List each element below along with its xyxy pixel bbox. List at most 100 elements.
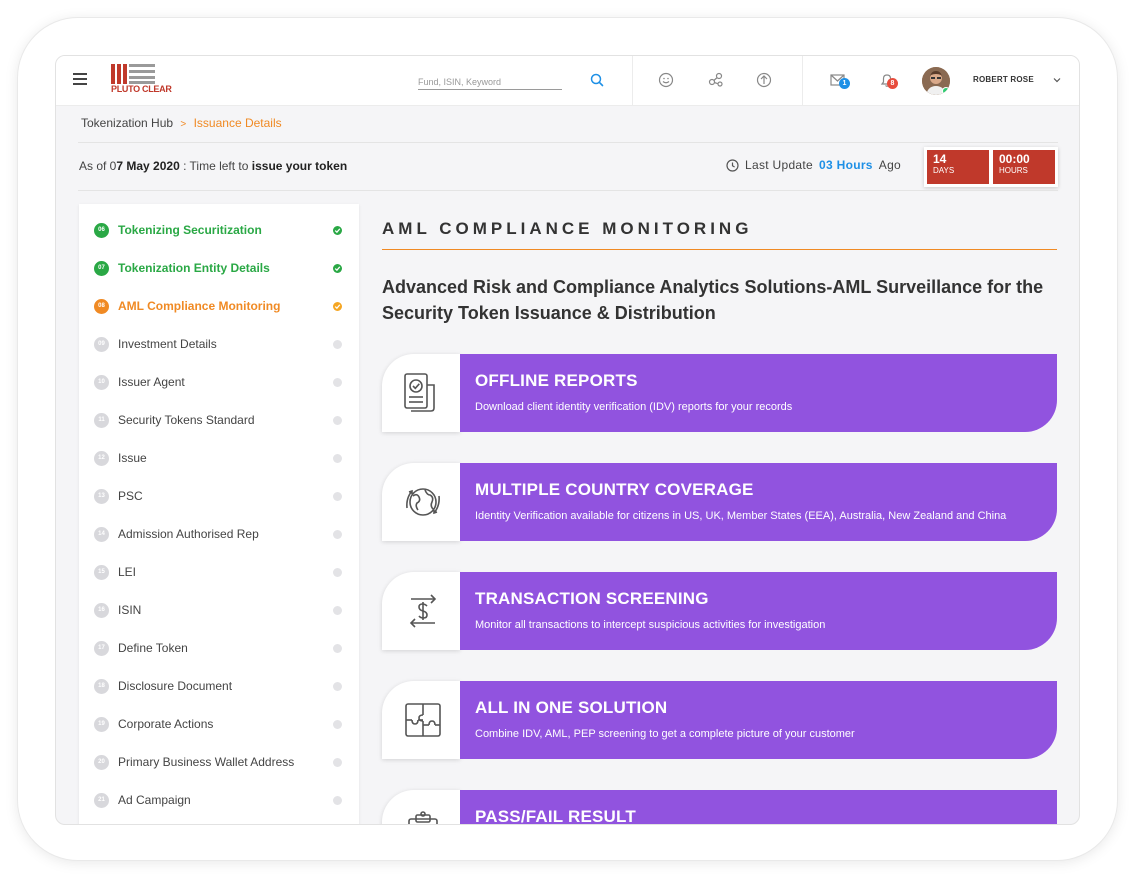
status-dot — [333, 415, 342, 425]
status-dot — [333, 529, 342, 539]
sidebar-step[interactable]: 10 Issuer Agent — [79, 363, 359, 401]
feature-description: Download client identity verification (I… — [475, 401, 793, 413]
divider — [632, 56, 633, 106]
sidebar-step[interactable]: 19 Corporate Actions — [79, 705, 359, 743]
sidebar-step[interactable]: 16 ISIN — [79, 591, 359, 629]
feature-description: Monitor all transactions to intercept su… — [475, 619, 826, 631]
last-update: Last Update 03 Hours Ago — [726, 158, 901, 172]
menu-icon[interactable] — [73, 73, 87, 85]
feature-icon-box — [382, 681, 460, 759]
page-title: AML COMPLIANCE MONITORING — [382, 219, 753, 238]
clipboard-icon — [408, 811, 438, 824]
divider — [78, 142, 1058, 143]
step-number-badge: 19 — [94, 716, 109, 732]
divider — [802, 56, 803, 106]
step-number-badge: 13 — [94, 488, 109, 504]
countdown-hours-unit: HOURS — [999, 166, 1028, 175]
sidebar-step[interactable]: 17 Define Token — [79, 629, 359, 667]
sidebar-step[interactable]: 14 Admission Authorised Rep — [79, 515, 359, 553]
step-number-badge: 20 — [94, 754, 109, 770]
feature-title: OFFLINE REPORTS — [475, 371, 638, 390]
breadcrumb-separator: > — [180, 119, 187, 130]
step-number-badge: 14 — [94, 526, 109, 542]
sidebar-step[interactable]: 07 Tokenization Entity Details — [79, 249, 359, 287]
status-dot — [333, 567, 342, 577]
feature-title: ALL IN ONE SOLUTION — [475, 698, 668, 717]
status-dot — [333, 377, 342, 387]
step-label: Security Tokens Standard — [118, 413, 255, 427]
username[interactable]: ROBERT ROSE — [973, 75, 1034, 84]
upload-icon[interactable] — [755, 71, 773, 89]
as-of-prefix: As of 0 — [79, 159, 117, 173]
feature-band: MULTIPLE COUNTRY COVERAGE Identity Verif… — [460, 463, 1057, 541]
step-label: Issuer Agent — [118, 375, 185, 389]
status-dot — [333, 681, 342, 691]
search-icon[interactable] — [589, 72, 605, 88]
step-label: Primary Business Wallet Address — [118, 755, 295, 769]
as-of-action: issue your token — [251, 159, 348, 173]
feature-icon-box — [382, 790, 460, 824]
sidebar-step[interactable]: 15 LEI — [79, 553, 359, 591]
sidebar-step[interactable]: 06 Tokenizing Securitization — [79, 211, 359, 249]
status-dot — [333, 453, 342, 463]
chevron-down-icon[interactable] — [1052, 75, 1062, 85]
step-number-badge: 06 — [94, 222, 109, 238]
feature-card-offline-reports[interactable]: OFFLINE REPORTS Download client identity… — [382, 354, 1057, 432]
sidebar-step[interactable]: 11 Security Tokens Standard — [79, 401, 359, 439]
step-label: Disclosure Document — [118, 679, 233, 693]
step-label: Tokenizing Securitization — [118, 223, 262, 237]
divider — [78, 190, 1058, 191]
avatar[interactable] — [922, 67, 950, 95]
sidebar-step[interactable]: 08 AML Compliance Monitoring — [79, 287, 359, 325]
last-update-value: 03 Hours — [819, 158, 873, 172]
feature-description: Combine IDV, AML, PEP screening to get a… — [475, 728, 855, 740]
sidebar-step[interactable]: 18 Disclosure Document — [79, 667, 359, 705]
feature-card-all-in-one[interactable]: ALL IN ONE SOLUTION Combine IDV, AML, PE… — [382, 681, 1057, 759]
page-subtitle: Advanced Risk and Compliance Analytics S… — [382, 277, 1044, 323]
feature-card-transaction-screening[interactable]: TRANSACTION SCREENING Monitor all transa… — [382, 572, 1057, 650]
search-input[interactable] — [418, 77, 562, 87]
search-field — [418, 72, 562, 90]
step-number-badge: 10 — [94, 374, 109, 390]
step-number-badge: 17 — [94, 640, 109, 656]
step-sidebar: 06 Tokenizing Securitization 07 Tokenizatio… — [79, 204, 359, 824]
check-icon — [333, 225, 342, 235]
step-label: AML Compliance Monitoring — [118, 299, 281, 313]
breadcrumb: Tokenization Hub > Issuance Details — [81, 116, 282, 130]
countdown-hours: 00:00 HOURS — [993, 150, 1055, 184]
globe-icon — [406, 488, 440, 516]
step-label: Issue — [118, 451, 147, 465]
countdown-timer: 14 DAYS 00:00 HOURS — [924, 147, 1058, 187]
sidebar-step[interactable]: 12 Issue — [79, 439, 359, 477]
step-label: Admission Authorised Rep — [118, 527, 259, 541]
step-label: LEI — [118, 565, 137, 579]
step-label: PSC — [118, 489, 143, 503]
feature-icon-box — [382, 354, 460, 432]
sidebar-step[interactable]: 21 Ad Campaign — [79, 781, 359, 819]
feature-card-country-coverage[interactable]: MULTIPLE COUNTRY COVERAGE Identity Verif… — [382, 463, 1057, 541]
feature-icon-box — [382, 463, 460, 541]
feature-card-pass-fail[interactable]: PASS/FAIL RESULT — [382, 790, 1057, 825]
smiley-icon[interactable] — [657, 71, 675, 89]
sidebar-step[interactable]: 13 PSC — [79, 477, 359, 515]
status-dot — [333, 491, 342, 501]
breadcrumb-current: Issuance Details — [193, 116, 282, 130]
sidebar-step[interactable]: 20 Primary Business Wallet Address — [79, 743, 359, 781]
share-network-icon[interactable] — [707, 71, 725, 89]
step-number-badge: 12 — [94, 450, 109, 466]
sidebar-step[interactable]: 09 Investment Details — [79, 325, 359, 363]
dollar-exchange-icon — [409, 594, 437, 628]
check-icon — [333, 301, 342, 311]
step-number-badge: 08 — [94, 298, 109, 314]
step-label: Corporate Actions — [118, 717, 214, 731]
clock-icon — [726, 158, 739, 172]
breadcrumb-root[interactable]: Tokenization Hub — [81, 116, 173, 130]
logo[interactable]: PLUTO CLEAR — [111, 64, 172, 96]
step-label: Investment Details — [118, 337, 217, 351]
feature-title: PASS/FAIL RESULT — [475, 807, 636, 825]
last-update-suffix: Ago — [878, 158, 902, 172]
report-document-icon — [404, 373, 435, 412]
app-screen: PLUTO CLEAR Fund, ISIN, Keyword 1 8 ROBE… — [55, 55, 1080, 825]
step-number-badge: 16 — [94, 602, 109, 618]
step-number-badge: 07 — [94, 260, 109, 276]
